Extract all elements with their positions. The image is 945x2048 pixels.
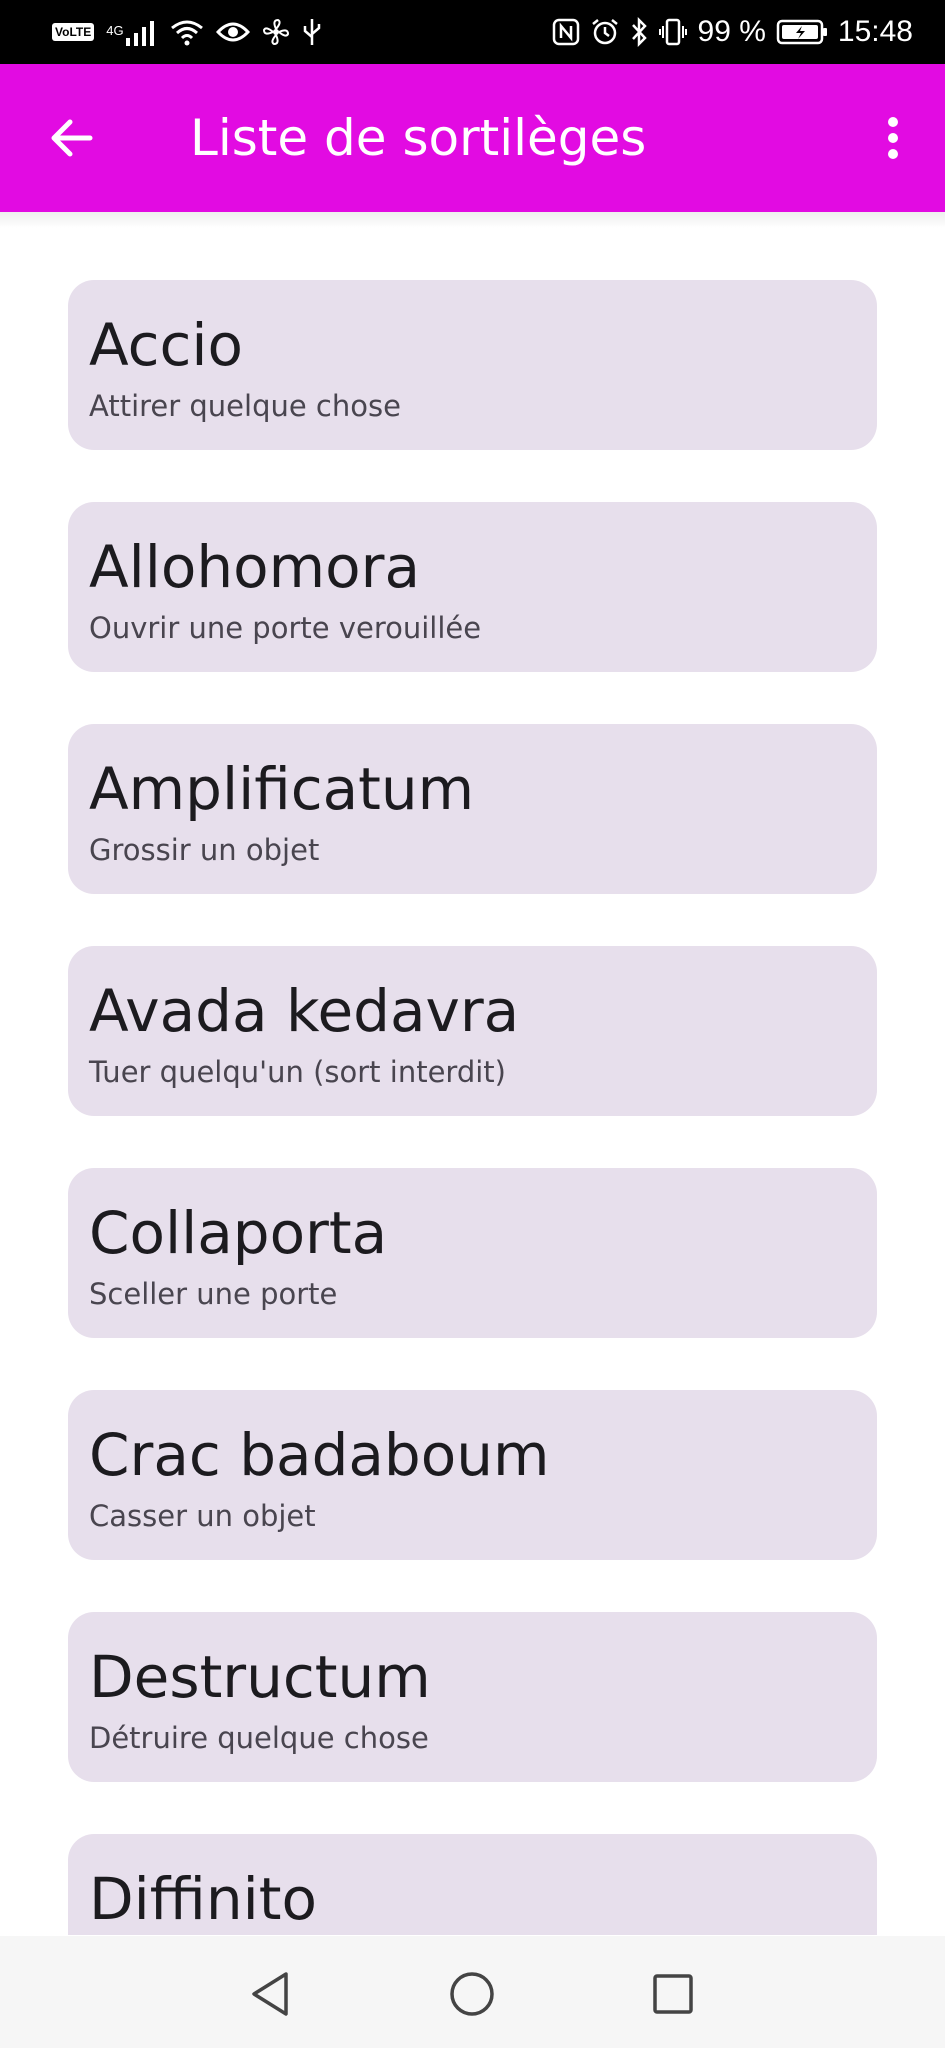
spell-name: Crac badaboum — [89, 1421, 550, 1489]
spell-description: Grossir un objet — [89, 833, 320, 867]
spell-name: Allohomora — [89, 533, 421, 601]
usb-icon — [303, 19, 320, 45]
spell-card-amplificatum[interactable]: Amplificatum Grossir un objet — [68, 724, 877, 894]
nav-home-button[interactable] — [442, 1964, 502, 2024]
spell-description: Détruire quelque chose — [89, 1721, 429, 1755]
app-bar-shadow — [0, 212, 945, 228]
status-right: 99 % 15:48 — [552, 14, 913, 50]
spell-card-destructum[interactable]: Destructum Détruire quelque chose — [68, 1612, 877, 1782]
battery-percent: 99 % — [697, 15, 766, 48]
status-bar: VoLTE 4G 99 % 15:48 — [0, 0, 945, 64]
vibrate-icon — [658, 18, 687, 46]
battery-icon — [776, 19, 827, 45]
more-vert-icon — [888, 117, 898, 159]
volte-icon: VoLTE — [52, 23, 95, 41]
home-circle-icon — [450, 1972, 494, 2016]
bluetooth-icon — [631, 17, 647, 47]
back-triangle-icon — [252, 1972, 288, 2016]
page-title: Liste de sortilèges — [190, 109, 647, 167]
status-left: VoLTE 4G — [52, 14, 322, 50]
nav-back-button[interactable] — [240, 1964, 300, 2024]
spell-list[interactable]: Accio Attirer quelque chose Allohomora O… — [68, 280, 877, 1935]
signal-icon: 4G — [106, 18, 157, 46]
recents-square-icon — [653, 1974, 693, 2014]
system-nav-bar — [0, 1936, 945, 2048]
wifi-icon — [170, 20, 203, 46]
spell-description: Casser un objet — [89, 1499, 316, 1533]
nfc-icon — [552, 18, 579, 46]
nav-recents-button[interactable] — [643, 1964, 703, 2024]
network-type: 4G — [106, 23, 124, 38]
alarm-icon — [591, 19, 618, 45]
spell-card-collaporta[interactable]: Collaporta Sceller une porte — [68, 1168, 877, 1338]
spell-description: Sceller une porte — [89, 1277, 338, 1311]
spell-card-diffinito[interactable]: Diffinito — [68, 1834, 877, 1935]
spell-description: Tuer quelqu'un (sort interdit) — [89, 1055, 506, 1089]
app-bar: Liste de sortilèges — [0, 64, 945, 212]
spell-name: Diffinito — [89, 1865, 317, 1933]
back-button[interactable] — [44, 110, 100, 166]
spell-name: Amplificatum — [89, 755, 475, 823]
spell-card-crac-badaboum[interactable]: Crac badaboum Casser un objet — [68, 1390, 877, 1560]
spell-name: Avada kedavra — [89, 977, 520, 1045]
spell-description: Ouvrir une porte verouillée — [89, 611, 482, 645]
overflow-menu-button[interactable] — [865, 110, 921, 166]
fan-icon — [262, 18, 289, 46]
spell-name: Destructum — [89, 1643, 431, 1711]
eye-icon — [215, 22, 250, 42]
spell-name: Collaporta — [89, 1199, 388, 1267]
spell-card-allohomora[interactable]: Allohomora Ouvrir une porte verouillée — [68, 502, 877, 672]
spell-card-avada-kedavra[interactable]: Avada kedavra Tuer quelqu'un (sort inter… — [68, 946, 877, 1116]
clock: 15:48 — [837, 15, 913, 48]
arrow-back-icon — [51, 119, 93, 157]
spell-description: Attirer quelque chose — [89, 389, 401, 423]
spell-card-accio[interactable]: Accio Attirer quelque chose — [68, 280, 877, 450]
spell-name: Accio — [89, 311, 244, 379]
